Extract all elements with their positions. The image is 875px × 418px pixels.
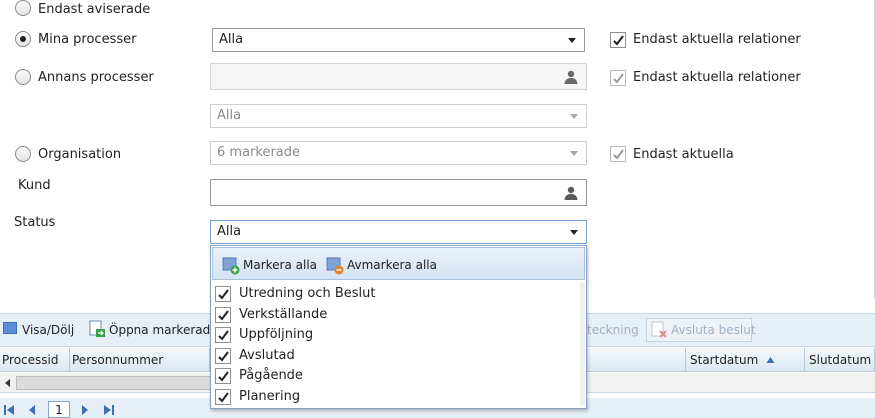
first-page-icon[interactable] bbox=[3, 404, 17, 416]
scroll-left-icon[interactable] bbox=[3, 378, 13, 388]
column-slutdatum[interactable]: Slutdatum bbox=[805, 348, 875, 372]
checkmark-icon bbox=[218, 309, 229, 321]
checkmark-icon bbox=[218, 371, 229, 382]
status-option-label: Utredning och Beslut bbox=[239, 286, 376, 301]
label-kund: Kund bbox=[18, 178, 51, 193]
radio-mina-processer[interactable] bbox=[15, 31, 31, 47]
status-option-checkbox[interactable] bbox=[215, 388, 231, 405]
status-option[interactable]: Uppföljning bbox=[215, 325, 575, 345]
label-endast-aktuella: Endast aktuella bbox=[633, 147, 734, 162]
status-option-checkbox[interactable] bbox=[215, 286, 231, 302]
status-option-checkbox[interactable] bbox=[215, 327, 231, 343]
status-option-label: Verkställande bbox=[239, 306, 328, 322]
mark-all-icon bbox=[222, 257, 240, 275]
chevron-down-icon bbox=[570, 151, 578, 156]
status-option[interactable]: Pågående bbox=[215, 366, 575, 386]
checkbox-endast-aktuella[interactable] bbox=[610, 146, 626, 162]
oppna-markerad-button[interactable]: Öppna markerad bbox=[109, 322, 210, 338]
status-dropdown[interactable]: Alla bbox=[210, 220, 587, 244]
organisation-value: 6 markerade bbox=[217, 145, 301, 160]
checkmark-icon bbox=[218, 330, 229, 341]
person-icon[interactable] bbox=[563, 185, 579, 201]
radio-annans-processer[interactable] bbox=[15, 69, 31, 85]
status-option-label: Avslutad bbox=[239, 347, 295, 363]
checkmark-icon bbox=[613, 149, 624, 160]
label-endast-aviserade: Endast aviserade bbox=[38, 2, 151, 17]
status-option[interactable]: Utredning och Beslut bbox=[215, 284, 575, 304]
column-processid[interactable]: Processid bbox=[0, 348, 70, 372]
visa-dolj-button[interactable]: Visa/Dölj bbox=[22, 322, 74, 338]
startdatum-label: Startdatum bbox=[690, 353, 759, 367]
close-document-icon bbox=[651, 321, 667, 338]
open-document-icon bbox=[89, 320, 105, 337]
scrollbar-thumb[interactable] bbox=[16, 376, 216, 390]
column-startdatum[interactable]: Startdatum bbox=[685, 348, 805, 372]
last-page-icon[interactable] bbox=[101, 404, 115, 416]
radio-organisation[interactable] bbox=[15, 146, 31, 162]
status-value: Alla bbox=[217, 224, 242, 239]
status-option-checkbox[interactable] bbox=[215, 347, 231, 364]
sort-ascending-icon bbox=[766, 357, 775, 363]
chevron-down-icon bbox=[570, 114, 578, 119]
teckning-button[interactable]: teckning bbox=[587, 322, 639, 338]
mark-all-button[interactable]: Markera alla bbox=[243, 257, 317, 273]
label-status: Status bbox=[14, 215, 56, 230]
chevron-down-icon bbox=[570, 230, 578, 235]
label-annans-processer: Annans processer bbox=[38, 70, 154, 85]
visa-dolj-icon bbox=[3, 322, 17, 334]
column-personnummer[interactable]: Personnummer bbox=[70, 348, 210, 372]
mina-processer-dropdown[interactable]: Alla bbox=[212, 28, 585, 52]
label-mina-processer: Mina processer bbox=[38, 32, 137, 47]
annans-processer-person-field[interactable] bbox=[210, 63, 587, 90]
checkmark-icon bbox=[218, 289, 229, 300]
checkbox-endast-aktuella-relationer-1[interactable] bbox=[610, 32, 626, 48]
status-option[interactable]: Planering bbox=[215, 387, 575, 407]
organisation-dropdown[interactable]: 6 markerade bbox=[210, 141, 587, 165]
label-endast-aktuella-relationer-1: Endast aktuella relationer bbox=[633, 32, 801, 47]
kund-person-field[interactable] bbox=[210, 179, 587, 206]
status-option-checkbox[interactable] bbox=[215, 306, 231, 323]
avsluta-beslut-button[interactable]: Avsluta beslut bbox=[671, 322, 756, 338]
popup-scrollbar[interactable] bbox=[580, 282, 585, 406]
status-option[interactable]: Verkställande bbox=[215, 305, 575, 325]
current-page[interactable]: 1 bbox=[48, 401, 70, 418]
status-option[interactable]: Avslutad bbox=[215, 346, 575, 366]
checkmark-icon bbox=[613, 73, 624, 84]
label-endast-aktuella-relationer-2: Endast aktuella relationer bbox=[633, 70, 801, 85]
next-page-icon[interactable] bbox=[80, 404, 90, 416]
status-option-label: Uppföljning bbox=[239, 327, 314, 342]
checkmark-icon bbox=[218, 350, 229, 362]
popup-header: Markera alla Avmarkera alla bbox=[212, 247, 585, 280]
radio-endast-aviserade[interactable] bbox=[15, 0, 31, 16]
chevron-down-icon bbox=[568, 38, 576, 43]
annans-processer-value: Alla bbox=[217, 108, 242, 123]
annans-processer-dropdown[interactable]: Alla bbox=[210, 104, 587, 128]
status-option-label: Pågående bbox=[239, 368, 303, 383]
previous-page-icon[interactable] bbox=[27, 404, 37, 416]
checkmark-icon bbox=[613, 35, 624, 46]
mina-processer-value: Alla bbox=[219, 32, 244, 47]
person-icon[interactable] bbox=[563, 69, 579, 85]
unmark-all-icon bbox=[326, 257, 344, 275]
checkmark-icon bbox=[218, 391, 229, 403]
unmark-all-button[interactable]: Avmarkera alla bbox=[347, 257, 437, 273]
status-option-label: Planering bbox=[239, 388, 301, 404]
checkbox-endast-aktuella-relationer-2[interactable] bbox=[610, 70, 626, 86]
status-option-checkbox[interactable] bbox=[215, 368, 231, 384]
label-organisation: Organisation bbox=[38, 147, 122, 162]
status-dropdown-popup: Markera alla Avmarkera alla Utredning oc… bbox=[210, 245, 587, 409]
